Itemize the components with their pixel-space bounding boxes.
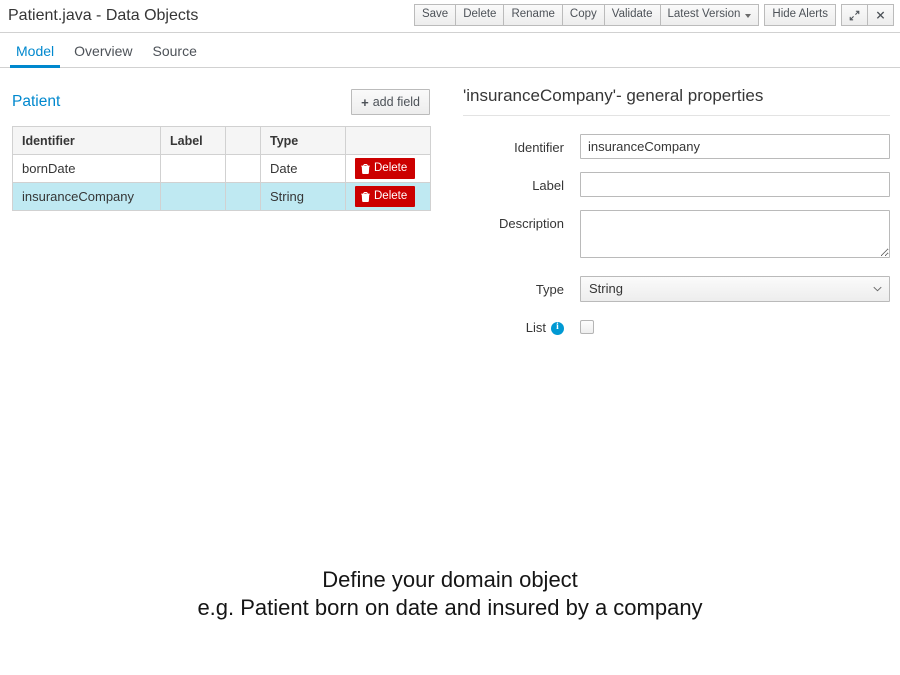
description-label: Description [498, 215, 564, 231]
properties-title: 'insuranceCompany'- general properties [463, 86, 890, 116]
save-button-label: Save [421, 8, 449, 21]
close-button[interactable] [867, 4, 894, 26]
copy-button-label: Copy [569, 8, 597, 21]
add-field-label: add field [372, 94, 420, 109]
field-row-description: Description [455, 209, 890, 263]
latest-version-dropdown[interactable]: Latest Version [659, 4, 760, 26]
description-textarea[interactable] [580, 209, 890, 258]
tab-source[interactable]: Source [143, 44, 207, 67]
cell-actions: Delete [345, 182, 431, 211]
list-checkbox[interactable] [580, 319, 594, 334]
table-header-row: Identifier Label Type [12, 126, 431, 155]
type-label: Type [535, 281, 564, 297]
cell-blank [225, 154, 261, 183]
fields-table-head: Identifier Label Type [12, 126, 431, 155]
info-icon[interactable]: i [551, 321, 564, 335]
cell-type: String [260, 182, 346, 211]
row-delete-button[interactable]: Delete [355, 158, 416, 179]
cell-label [160, 182, 226, 211]
properties-form: Identifier Label Description Type [455, 133, 890, 335]
empty-state-hint: Define your domain object e.g. Patient b… [0, 566, 900, 622]
type-select[interactable]: String [580, 275, 890, 302]
description-control [580, 209, 890, 263]
validate-button-label: Validate [611, 8, 653, 21]
header-actions [345, 126, 431, 155]
hint-line-1: Define your domain object [322, 567, 578, 592]
field-row-type: Type String [455, 275, 890, 302]
plus-icon: + [361, 94, 369, 110]
cell-type: Date [260, 154, 346, 183]
field-row-list: List i [455, 315, 890, 335]
trash-icon [361, 191, 370, 202]
list-label: List [525, 319, 546, 335]
label-label: Label [532, 177, 564, 193]
type-select-wrap: String [580, 275, 890, 302]
cell-label [160, 154, 226, 183]
validate-button[interactable]: Validate [603, 4, 660, 26]
tab-model[interactable]: Model [6, 44, 64, 68]
delete-button[interactable]: Delete [455, 4, 504, 26]
header-identifier: Identifier [12, 126, 161, 155]
expand-icon [849, 10, 860, 20]
label-input[interactable] [580, 171, 890, 197]
main-content: Patient + add field Identifier Label Typ… [0, 68, 900, 348]
tab-bar: Model Overview Source [0, 33, 900, 68]
toolbar-window-group [841, 4, 894, 26]
hide-alerts-label: Hide Alerts [772, 8, 828, 21]
tab-overview[interactable]: Overview [64, 44, 142, 67]
row-delete-label: Delete [374, 189, 408, 202]
chevron-down-icon [745, 14, 752, 18]
identifier-label: Identifier [514, 139, 564, 155]
hint-line-2: e.g. Patient born on date and insured by… [197, 595, 703, 621]
hide-alerts-button[interactable]: Hide Alerts [764, 4, 836, 26]
page-title: Patient.java - Data Objects [8, 7, 199, 24]
model-pane: Patient + add field Identifier Label Typ… [0, 87, 455, 211]
rename-button[interactable]: Rename [503, 4, 562, 26]
expand-button[interactable] [841, 4, 867, 26]
entity-header: Patient + add field [12, 87, 455, 117]
save-button[interactable]: Save [413, 4, 456, 26]
row-delete-label: Delete [374, 161, 408, 174]
close-icon [876, 11, 885, 19]
properties-pane: 'insuranceCompany'- general properties I… [455, 86, 900, 348]
header-type: Type [260, 126, 346, 155]
row-delete-button[interactable]: Delete [355, 186, 416, 207]
fields-table-body: bornDate Date Delete insuranceCompany St… [12, 154, 431, 211]
cell-blank [225, 182, 261, 211]
title-bar: Patient.java - Data Objects Save Delete … [0, 0, 900, 33]
type-select-value: String [589, 281, 623, 297]
cell-actions: Delete [345, 154, 431, 183]
field-row-label: Label [455, 171, 890, 197]
add-field-button[interactable]: + add field [351, 89, 430, 115]
toolbar-primary-group: Save Delete Rename Copy Validate Latest … [413, 4, 760, 26]
table-row[interactable]: insuranceCompany String Delete [12, 182, 431, 211]
cell-identifier: insuranceCompany [12, 182, 161, 211]
type-control: String [580, 275, 890, 302]
rename-button-label: Rename [511, 8, 555, 21]
list-label-wrap: List i [455, 315, 580, 335]
toolbar: Save Delete Rename Copy Validate Latest … [413, 4, 894, 26]
header-label: Label [160, 126, 226, 155]
identifier-input[interactable] [580, 133, 890, 159]
trash-icon [361, 163, 370, 174]
toolbar-alerts-group: Hide Alerts [764, 4, 836, 26]
table-row[interactable]: bornDate Date Delete [12, 154, 431, 183]
identifier-control [580, 133, 890, 159]
label-control [580, 171, 890, 197]
fields-table: Identifier Label Type bornDate Date Dele… [12, 126, 431, 211]
entity-name-link[interactable]: Patient [12, 94, 60, 110]
header-blank [225, 126, 261, 155]
delete-button-label: Delete [463, 8, 497, 21]
field-row-identifier: Identifier [455, 133, 890, 159]
latest-version-label: Latest Version [667, 8, 741, 21]
copy-button[interactable]: Copy [561, 4, 604, 26]
list-control [580, 315, 890, 334]
cell-identifier: bornDate [12, 154, 161, 183]
